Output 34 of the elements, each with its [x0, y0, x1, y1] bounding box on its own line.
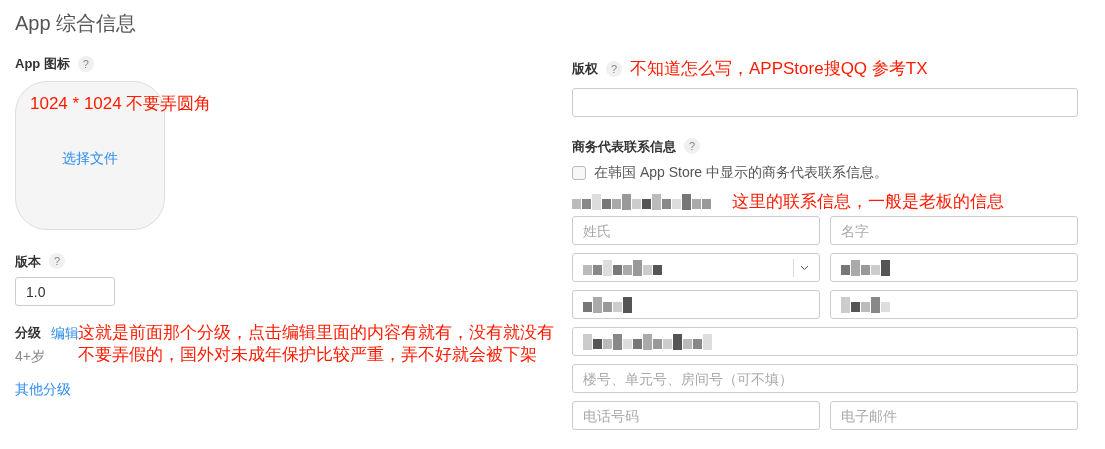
copyright-field[interactable] — [572, 87, 1078, 117]
field-label: 版本 — [15, 252, 41, 271]
help-icon[interactable]: ? — [684, 138, 700, 155]
field-label: 商务代表联系信息 — [572, 137, 676, 156]
chevron-down-icon — [800, 264, 809, 271]
annotation-text: 1024 * 1024 不要弄圆角 — [30, 93, 212, 115]
input-field[interactable] — [830, 253, 1078, 282]
help-icon[interactable]: ? — [77, 55, 94, 72]
annotation-text: 这里的联系信息，一般是老板的信息 — [732, 191, 1004, 214]
help-icon[interactable]: ? — [606, 60, 622, 77]
edit-link[interactable]: 编辑 — [51, 322, 79, 344]
other-ratings-link[interactable]: 其他分级 — [15, 379, 71, 400]
checkbox-label: 在韩国 App Store 中显示的商务代表联系信息。 — [594, 163, 889, 182]
input-field[interactable]: 姓氏 — [572, 216, 820, 245]
field-label: 分级 — [15, 324, 41, 343]
checkbox[interactable] — [572, 165, 586, 180]
help-icon[interactable]: ? — [49, 253, 65, 270]
field-label: 版权 — [572, 60, 598, 78]
rating-value: 4+岁 — [15, 347, 46, 366]
annotation-text: 不知道怎么写，APPStore搜QQ 参考TX — [630, 58, 928, 80]
input-field[interactable] — [572, 290, 820, 319]
annotation-text: 不要弄假的，国外对未成年保护比较严重，弄不好就会被下架 — [78, 344, 538, 366]
annotation-text: 这就是前面那个分级，点击编辑里面的内容有就有，没有就没有 — [78, 322, 554, 344]
choose-file-link[interactable]: 选择文件 — [16, 147, 164, 169]
input-field[interactable] — [830, 290, 1078, 319]
version-field[interactable]: 1.0 — [15, 277, 115, 306]
field-label: App 图标 — [15, 55, 70, 73]
input-field[interactable] — [572, 327, 1078, 356]
page-title: App 综合信息 — [15, 11, 138, 36]
input-field[interactable]: 电话号码 — [572, 401, 820, 430]
dropdown-field[interactable] — [572, 253, 820, 282]
input-field[interactable]: 电子邮件 — [830, 401, 1078, 430]
input-field[interactable]: 楼号、单元号、房间号（可不填） — [572, 364, 1078, 393]
input-field[interactable]: 名字 — [830, 216, 1078, 245]
